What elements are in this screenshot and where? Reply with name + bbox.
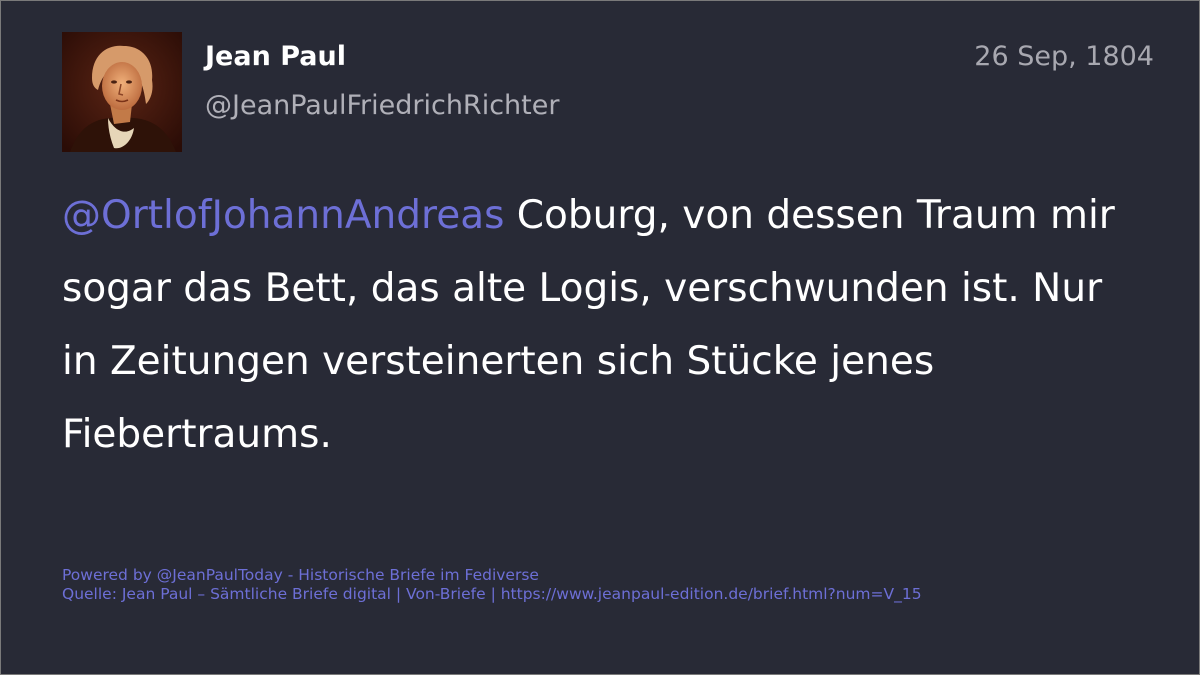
mention-link[interactable]: @OrtlofJohannAndreas [62,193,504,238]
post-date: 26 Sep, 1804 [974,41,1154,72]
author-handle[interactable]: @JeanPaulFriedrichRichter [205,90,559,121]
author-name[interactable]: Jean Paul [205,41,346,72]
source-text[interactable]: Quelle: Jean Paul – Sämtliche Briefe dig… [62,585,922,604]
powered-by-text: Powered by @JeanPaulToday - Historische … [62,566,539,584]
portrait-image [62,32,182,152]
footer: Powered by @JeanPaulToday - Historische … [62,566,922,604]
post-card: Jean Paul @JeanPaulFriedrichRichter 26 S… [1,1,1199,674]
post-text: @OrtlofJohannAndreas Coburg, von dessen … [62,179,1142,471]
avatar[interactable] [62,32,182,152]
